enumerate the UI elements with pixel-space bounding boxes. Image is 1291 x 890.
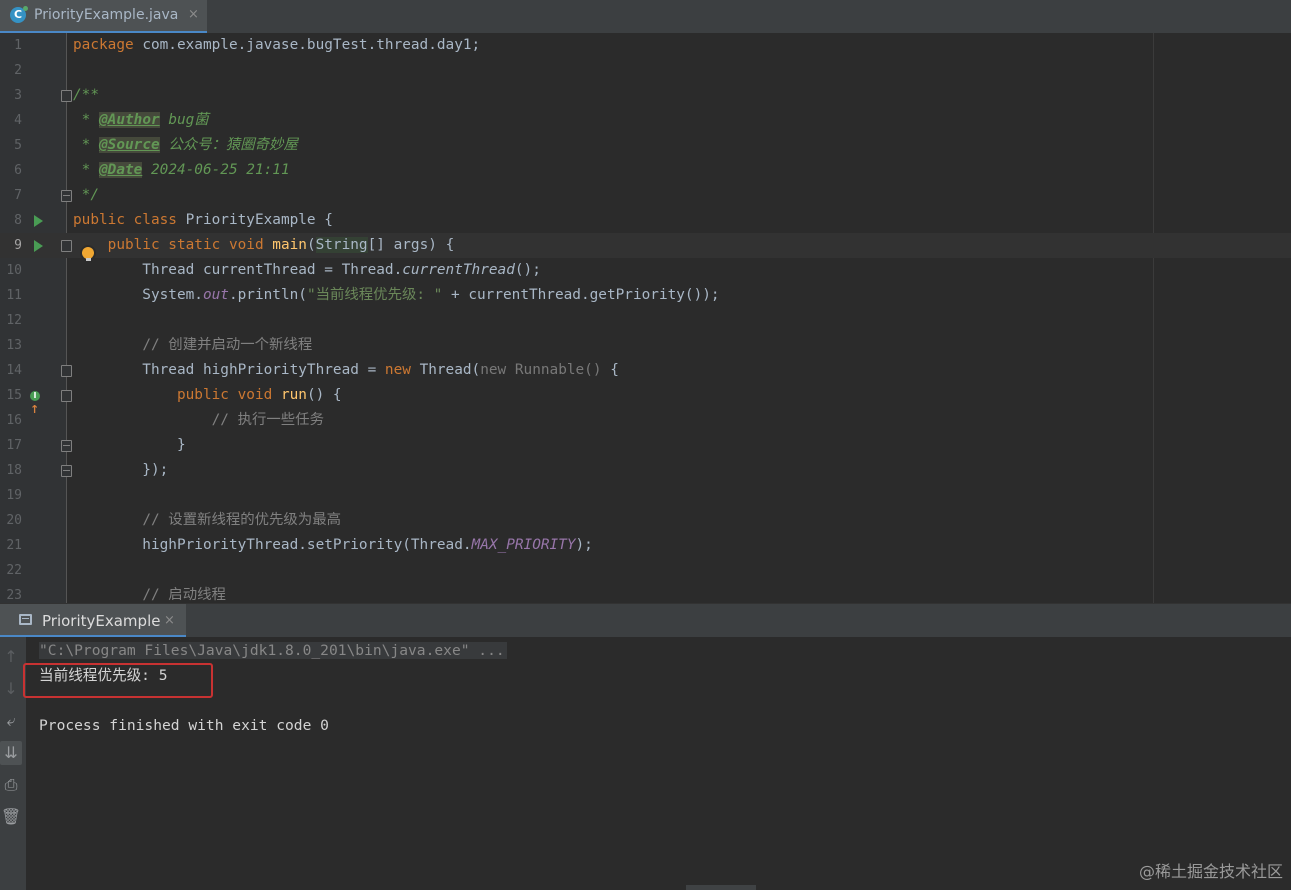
- code-text: System.out.println("当前线程优先级: " + current…: [73, 287, 720, 303]
- scroll-up-icon[interactable]: ↑: [0, 645, 22, 669]
- scroll-to-end-icon[interactable]: ⇊: [0, 741, 22, 765]
- code-text: }: [73, 437, 186, 453]
- code-text: */: [73, 187, 99, 203]
- code-text: public class PriorityExample {: [73, 212, 333, 228]
- code-line[interactable]: 3 /**: [0, 83, 1291, 108]
- line-number: 19: [6, 488, 22, 503]
- code-editor[interactable]: 1 package com.example.javase.bugTest.thre…: [0, 33, 1291, 603]
- print-icon[interactable]: ⎙: [0, 773, 22, 797]
- line-number: 1: [14, 38, 22, 53]
- line-number: 5: [14, 138, 22, 153]
- code-line[interactable]: 12: [0, 308, 1291, 333]
- line-number: 6: [14, 163, 22, 178]
- code-line[interactable]: 9 public static void main(String[] args)…: [0, 233, 1291, 258]
- line-number: 7: [14, 188, 22, 203]
- line-number: 23: [6, 588, 22, 603]
- editor-tab-label: PriorityExample.java: [34, 7, 179, 23]
- line-number: 14: [6, 363, 22, 378]
- code-line[interactable]: 7 */: [0, 183, 1291, 208]
- lightbulb-icon[interactable]: [82, 247, 94, 261]
- run-console[interactable]: "C:\Program Files\Java\jdk1.8.0_201\bin\…: [26, 637, 1291, 890]
- code-text: /**: [73, 87, 99, 103]
- code-line[interactable]: 1 package com.example.javase.bugTest.thre…: [0, 33, 1291, 58]
- run-gutter-icon[interactable]: [34, 240, 43, 252]
- scroll-down-icon[interactable]: ↓: [0, 677, 22, 701]
- output-highlight-box: [23, 663, 213, 698]
- code-line[interactable]: 5 * @Source 公众号：猿圈奇妙屋: [0, 133, 1291, 158]
- code-line[interactable]: 10 Thread currentThread = Thread.current…: [0, 258, 1291, 283]
- line-number: 18: [6, 463, 22, 478]
- line-number: 4: [14, 113, 22, 128]
- close-icon[interactable]: ×: [164, 613, 175, 628]
- line-number: 16: [6, 413, 22, 428]
- code-line[interactable]: 14 Thread highPriorityThread = new Threa…: [0, 358, 1291, 383]
- code-line[interactable]: 2: [0, 58, 1291, 83]
- code-text: // 启动线程: [142, 587, 226, 603]
- watermark: @稀土掘金技术社区: [1138, 862, 1283, 881]
- line-number: 22: [6, 563, 22, 578]
- java-class-icon: C: [10, 6, 28, 23]
- line-number: 8: [14, 213, 22, 228]
- code-text: * @Author bug菌: [73, 112, 209, 128]
- fold-marker-icon[interactable]: [61, 90, 72, 102]
- fold-marker-icon[interactable]: [61, 440, 72, 452]
- line-number: 3: [14, 88, 22, 103]
- run-tab-label: PriorityExample: [42, 612, 161, 630]
- code-text: highPriorityThread.setPriority(Thread.MA…: [73, 537, 593, 553]
- code-text: // 创建并启动一个新线程: [142, 337, 313, 353]
- line-number: 10: [6, 263, 22, 278]
- editor-tab-priority-example[interactable]: C PriorityExample.java ×: [0, 0, 207, 34]
- code-line[interactable]: 22: [0, 558, 1291, 583]
- code-line[interactable]: 19: [0, 483, 1291, 508]
- line-number: 11: [6, 288, 22, 303]
- console-command-line: "C:\Program Files\Java\jdk1.8.0_201\bin\…: [39, 642, 507, 659]
- run-tab-priority-example[interactable]: PriorityExample ×: [0, 604, 186, 638]
- fold-marker-icon[interactable]: [61, 390, 72, 402]
- code-line[interactable]: 18 });: [0, 458, 1291, 483]
- code-text: Thread currentThread = Thread.currentThr…: [73, 262, 541, 278]
- code-line[interactable]: 15 I↑ public void run() {: [0, 383, 1291, 416]
- code-line[interactable]: 20 // 设置新线程的优先级为最高: [0, 508, 1291, 533]
- code-line[interactable]: 21 highPriorityThread.setPriority(Thread…: [0, 533, 1291, 558]
- code-text: });: [73, 462, 169, 478]
- line-number: 2: [14, 63, 22, 78]
- soft-wrap-icon[interactable]: ⤶: [0, 709, 22, 733]
- line-number: 9: [14, 238, 22, 253]
- code-text: * @Date 2024-06-25 21:11: [73, 162, 290, 178]
- code-line[interactable]: 6 * @Date 2024-06-25 21:11: [0, 158, 1291, 183]
- close-icon[interactable]: ×: [188, 7, 199, 22]
- code-line[interactable]: 4 * @Author bug菌: [0, 108, 1291, 133]
- console-exit-line: Process finished with exit code 0: [39, 717, 329, 734]
- code-text: public void run() {: [176, 387, 342, 403]
- line-number: 13: [6, 338, 22, 353]
- code-text: // 执行一些任务: [211, 412, 324, 428]
- code-text: * @Source 公众号：猿圈奇妙屋: [73, 137, 298, 153]
- code-text: // 设置新线程的优先级为最高: [142, 512, 341, 528]
- console-icon: [19, 614, 32, 625]
- code-text: public static void main(String[] args) {: [107, 237, 455, 253]
- editor-tab-bar: C PriorityExample.java ×: [0, 0, 1291, 34]
- code-line[interactable]: 17 }: [0, 433, 1291, 458]
- run-tool-window-header: PriorityExample ×: [0, 603, 1291, 638]
- code-line[interactable]: 8 public class PriorityExample {: [0, 208, 1291, 233]
- code-line[interactable]: 11 System.out.println("当前线程优先级: " + curr…: [0, 283, 1291, 308]
- fold-marker-icon[interactable]: [61, 365, 72, 377]
- code-line[interactable]: 16 // 执行一些任务: [0, 408, 1291, 433]
- code-line[interactable]: 13 // 创建并启动一个新线程: [0, 333, 1291, 358]
- line-number: 20: [6, 513, 22, 528]
- code-line[interactable]: 23 // 启动线程: [0, 583, 1291, 603]
- fold-marker-icon[interactable]: [61, 465, 72, 477]
- code-text: package com.example.javase.bugTest.threa…: [73, 37, 481, 53]
- fold-marker-icon[interactable]: [61, 240, 72, 252]
- run-gutter-icon[interactable]: [34, 215, 43, 227]
- trash-icon[interactable]: 🗑: [0, 805, 22, 829]
- line-number: 15: [6, 388, 22, 403]
- code-text: Thread highPriorityThread = new Thread(n…: [73, 362, 619, 378]
- line-number: 17: [6, 438, 22, 453]
- line-number: 21: [6, 538, 22, 553]
- fold-marker-icon[interactable]: [61, 190, 72, 202]
- implements-method-icon[interactable]: I↑: [30, 389, 48, 416]
- horizontal-scrollbar-thumb[interactable]: [686, 885, 756, 890]
- line-number: 12: [6, 313, 22, 328]
